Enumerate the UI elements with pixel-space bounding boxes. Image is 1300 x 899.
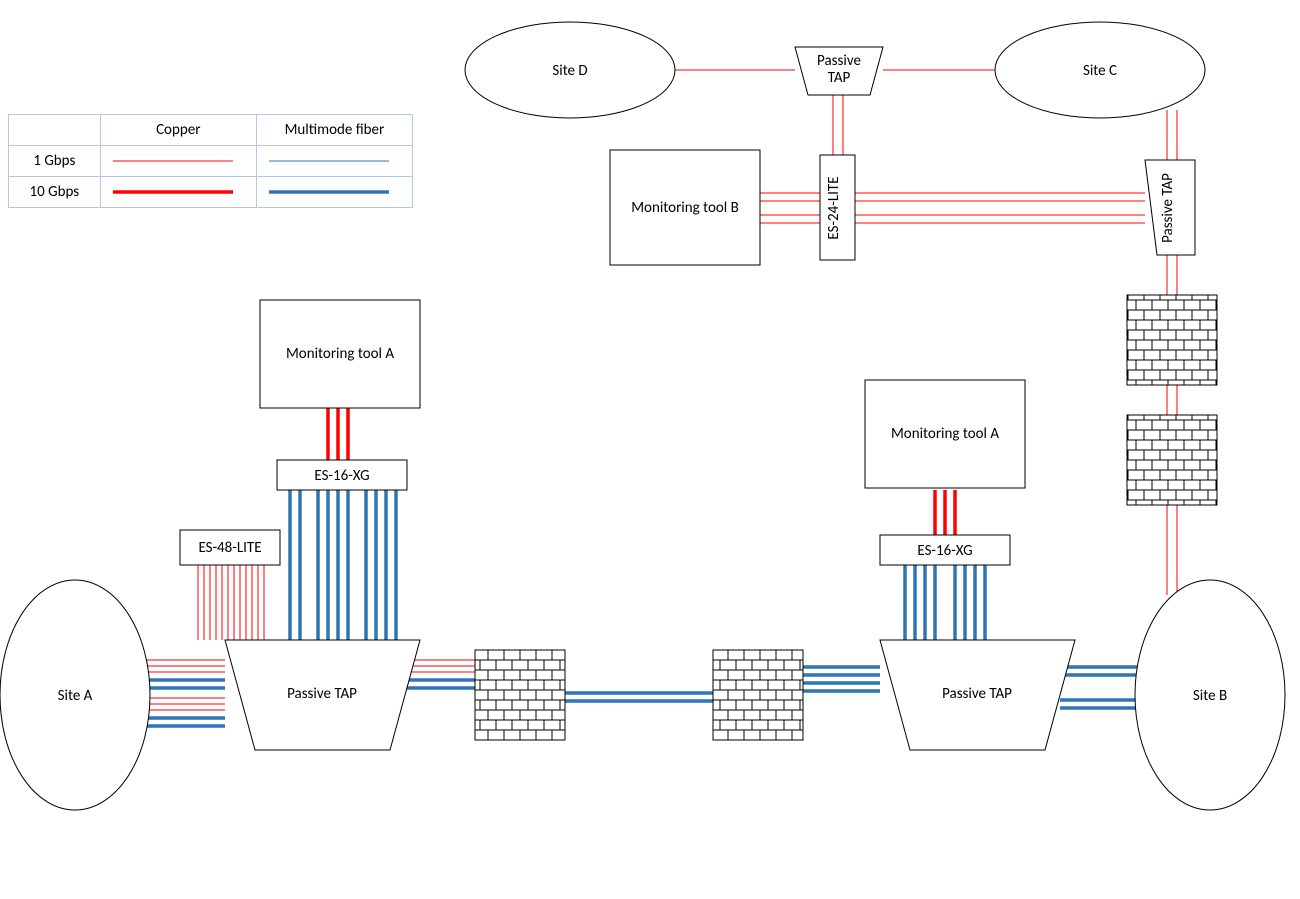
firewall-icon	[1127, 415, 1217, 505]
site-d-label: Site D	[552, 62, 587, 80]
firewall-icon	[713, 650, 803, 740]
legend-col-copper: Copper	[100, 115, 256, 146]
site-b-label: Site B	[1193, 687, 1227, 705]
es-16-xg-left-label: ES-16-XG	[314, 467, 369, 485]
passive-tap-left-label: Passive TAP	[287, 685, 357, 703]
passive-tap-side-label: Passive TAP	[1159, 173, 1177, 243]
site-a-label: Site A	[58, 687, 93, 705]
site-c-label: Site C	[1083, 62, 1117, 80]
monitoring-tool-a-left-label: Monitoring tool A	[286, 345, 394, 363]
legend-col-fiber: Multimode fiber	[256, 115, 412, 146]
legend-table: Copper Multimode fiber 1 Gbps 10 Gbps	[8, 114, 413, 208]
passive-tap-top-label2: TAP	[828, 69, 851, 87]
network-diagram: Copper Multimode fiber 1 Gbps 10 Gbps	[0, 0, 1300, 899]
passive-tap-top-label1: Passive	[817, 52, 861, 70]
es-48-lite-label: ES-48-LITE	[198, 539, 261, 557]
es-24-lite-label: ES-24-LITE	[825, 176, 843, 239]
monitoring-tool-a-right-label: Monitoring tool A	[891, 425, 999, 443]
passive-tap-right-label: Passive TAP	[942, 685, 1012, 703]
monitoring-tool-b-label: Monitoring tool B	[631, 199, 739, 217]
es-16-xg-right-label: ES-16-XG	[917, 542, 972, 560]
legend-row-1g: 1 Gbps	[9, 146, 101, 177]
legend-row-10g: 10 Gbps	[9, 177, 101, 208]
firewall-icon	[1127, 295, 1217, 385]
firewall-icon	[475, 650, 565, 740]
